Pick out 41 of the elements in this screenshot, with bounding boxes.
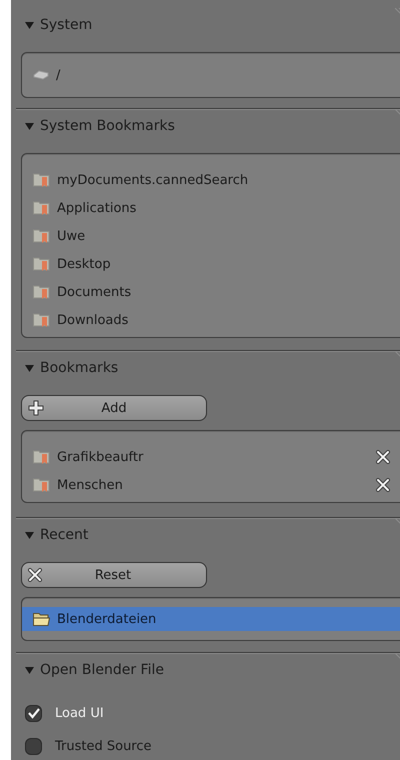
bookmark-folder-icon — [33, 200, 50, 216]
remove-icon[interactable] — [376, 450, 390, 464]
add-button[interactable]: Add — [21, 395, 207, 421]
list-item[interactable]: / — [22, 59, 400, 91]
remove-icon[interactable] — [376, 478, 390, 492]
expanded-triangle-icon — [25, 364, 34, 372]
checkbox[interactable] — [25, 738, 42, 755]
list-item[interactable]: Downloads — [22, 306, 400, 334]
panel-header[interactable]: System Bookmarks — [25, 115, 175, 137]
bookmark-folder-icon — [33, 449, 50, 465]
tick-icon — [28, 708, 40, 719]
checkbox-option[interactable]: Load UI — [25, 697, 400, 730]
bookmark-folder-icon — [33, 256, 50, 272]
folder-icon — [33, 612, 50, 626]
expanded-triangle-icon — [25, 530, 34, 540]
list-item[interactable]: Documents — [22, 278, 400, 306]
reset-button[interactable]: Reset — [21, 562, 207, 588]
drive-icon — [33, 70, 49, 80]
bookmark-folder-icon — [33, 228, 50, 244]
expanded-triangle-icon — [25, 20, 34, 30]
panel-header[interactable]: Bookmarks — [25, 357, 118, 379]
bookmark-folder-icon — [33, 312, 50, 328]
panel-header[interactable]: System — [25, 14, 92, 36]
checkbox-option[interactable]: Trusted Source — [25, 730, 400, 760]
close-icon — [28, 568, 42, 582]
list-item[interactable]: Applications — [22, 194, 400, 222]
list-item[interactable]: Blenderdateien — [22, 607, 400, 631]
list-item[interactable]: Uwe — [22, 222, 400, 250]
expanded-triangle-icon — [25, 666, 34, 674]
bookmark-folder-icon — [33, 477, 50, 493]
list-item[interactable]: myDocuments.cannedSearch — [22, 166, 400, 194]
list-item[interactable]: Grafikbeauftr — [22, 443, 400, 471]
panel-header[interactable]: Recent — [25, 524, 88, 546]
bookmark-folder-icon — [33, 284, 50, 300]
panel-header[interactable]: Open Blender File — [25, 659, 164, 681]
checkbox[interactable] — [25, 705, 42, 722]
expanded-triangle-icon — [25, 122, 34, 130]
bookmark-folder-icon — [33, 172, 50, 188]
list-item[interactable]: Desktop — [22, 250, 400, 278]
list-item[interactable]: Menschen — [22, 471, 400, 499]
plus-icon — [28, 400, 44, 416]
